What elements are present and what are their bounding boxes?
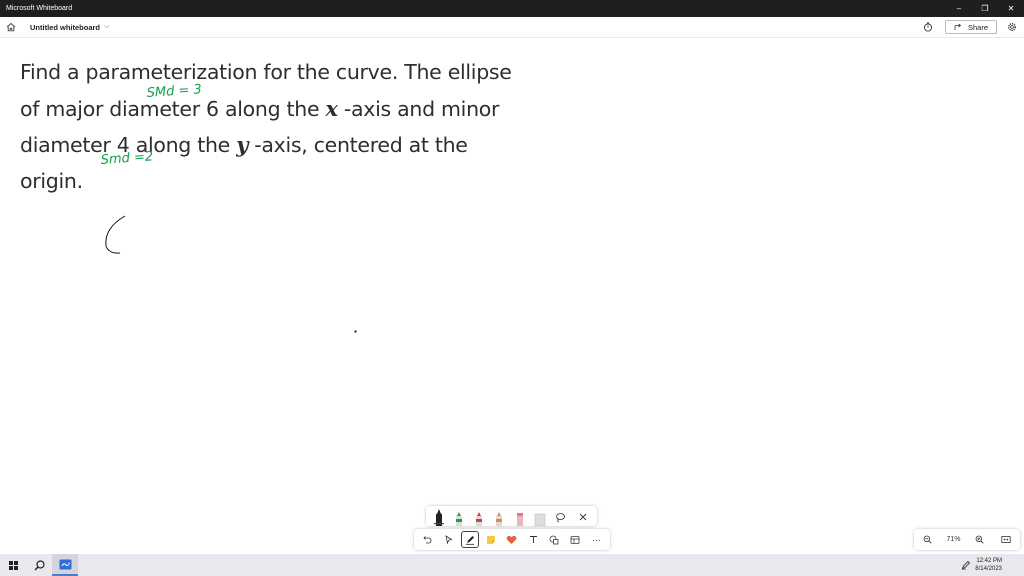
home-icon	[6, 22, 16, 32]
problem-line-1: Find a parameterization for the curve. T…	[20, 60, 512, 84]
clock-date: 8/14/2023	[975, 566, 1002, 572]
share-icon	[954, 23, 962, 30]
fit-screen-icon	[1001, 536, 1012, 543]
pointer-icon	[445, 535, 453, 544]
sticky-note-button[interactable]	[482, 531, 500, 548]
search-icon	[34, 559, 45, 570]
highlighter-icon	[534, 513, 545, 526]
show-desktop-button[interactable]	[1006, 554, 1024, 576]
pen-icon	[476, 512, 483, 526]
zoom-level[interactable]: 71%	[946, 536, 960, 543]
undo-icon	[423, 536, 432, 544]
problem-text: Find a parameterization for the curve. T…	[20, 55, 560, 199]
undo-button[interactable]	[419, 531, 437, 548]
shapes-button[interactable]	[545, 531, 563, 548]
shapes-icon	[549, 535, 559, 544]
pen-icon	[496, 512, 503, 526]
whiteboard-canvas[interactable]: Find a parameterization for the curve. T…	[0, 38, 1024, 554]
math-y: y	[236, 132, 249, 157]
home-button[interactable]	[0, 17, 22, 38]
board-name: Untitled whiteboard	[30, 22, 100, 32]
zoom-control: 71%	[914, 529, 1020, 550]
gear-icon	[1008, 23, 1016, 31]
template-icon	[570, 535, 580, 544]
start-button[interactable]	[0, 554, 26, 576]
restore-button[interactable]: ❐	[972, 0, 998, 17]
select-button[interactable]	[440, 531, 458, 548]
close-button[interactable]: ✕	[998, 0, 1024, 17]
problem-line-3: diameter 4 along the y -axis, centered a…	[20, 132, 468, 157]
pen-tool-button[interactable]	[460, 531, 479, 548]
sticky-note-icon	[486, 535, 495, 544]
problem-line-4: origin.	[20, 168, 83, 193]
pen-icon	[434, 509, 445, 526]
close-icon	[579, 513, 587, 521]
timer-button[interactable]	[919, 18, 937, 36]
ink-stroke-curve	[105, 215, 126, 254]
app-title: Microsoft Whiteboard	[6, 5, 73, 12]
board-name-menu[interactable]: Untitled whiteboard ⌵	[30, 23, 109, 32]
windows-icon	[8, 560, 18, 570]
problem-line-2: of major diameter 6 along the x -axis an…	[20, 95, 500, 121]
pen-pink[interactable]	[514, 508, 526, 526]
minimize-button[interactable]: –	[946, 0, 972, 17]
pen-green[interactable]	[453, 508, 465, 526]
pen-icon	[465, 535, 474, 545]
pen-icon	[516, 513, 523, 526]
template-button[interactable]	[566, 531, 584, 548]
pen-red[interactable]	[473, 508, 485, 526]
settings-button[interactable]	[1003, 18, 1021, 36]
fit-screen-button[interactable]	[998, 532, 1014, 548]
text-icon	[529, 536, 537, 543]
whiteboard-app-icon	[59, 559, 71, 569]
main-toolbar: ···	[414, 529, 610, 550]
whiteboard-taskbar-button[interactable]	[52, 554, 78, 576]
chevron-down-icon: ⌵	[104, 23, 110, 30]
whiteboard-window: Microsoft Whiteboard – ❐ ✕ Untitled whit…	[0, 0, 1024, 576]
pen-menu-icon	[962, 560, 971, 570]
math-x: x	[325, 95, 338, 121]
text-button[interactable]	[524, 531, 542, 548]
clock-time: 12:42 PM	[976, 558, 1002, 564]
taskbar: 12:42 PM 8/14/2023	[0, 554, 1024, 576]
lasso-button[interactable]	[554, 508, 568, 526]
zoom-in-icon	[975, 535, 984, 544]
search-button[interactable]	[26, 554, 52, 576]
share-button[interactable]: Share	[944, 20, 997, 34]
pen-menu-button[interactable]	[957, 554, 975, 576]
lasso-icon	[556, 512, 566, 522]
more-button[interactable]: ···	[587, 531, 605, 548]
title-bar: Microsoft Whiteboard – ❐ ✕	[0, 0, 1024, 17]
zoom-in-button[interactable]	[971, 532, 987, 548]
pen-tray	[426, 506, 597, 526]
ink-dot	[354, 330, 357, 333]
pen-icon	[456, 512, 463, 526]
close-tray-button[interactable]	[576, 508, 590, 526]
pen-orange[interactable]	[493, 508, 505, 526]
heart-icon	[507, 535, 517, 544]
share-label: Share	[967, 22, 988, 32]
zoom-out-icon	[923, 535, 932, 544]
timer-icon	[923, 22, 933, 32]
zoom-out-button[interactable]	[919, 532, 935, 548]
system-clock[interactable]: 12:42 PM 8/14/2023	[975, 557, 1002, 573]
pen-black[interactable]	[433, 508, 445, 526]
highlighter[interactable]	[534, 508, 546, 526]
app-header: Untitled whiteboard ⌵ Share	[0, 17, 1024, 38]
reaction-button[interactable]	[503, 531, 521, 548]
